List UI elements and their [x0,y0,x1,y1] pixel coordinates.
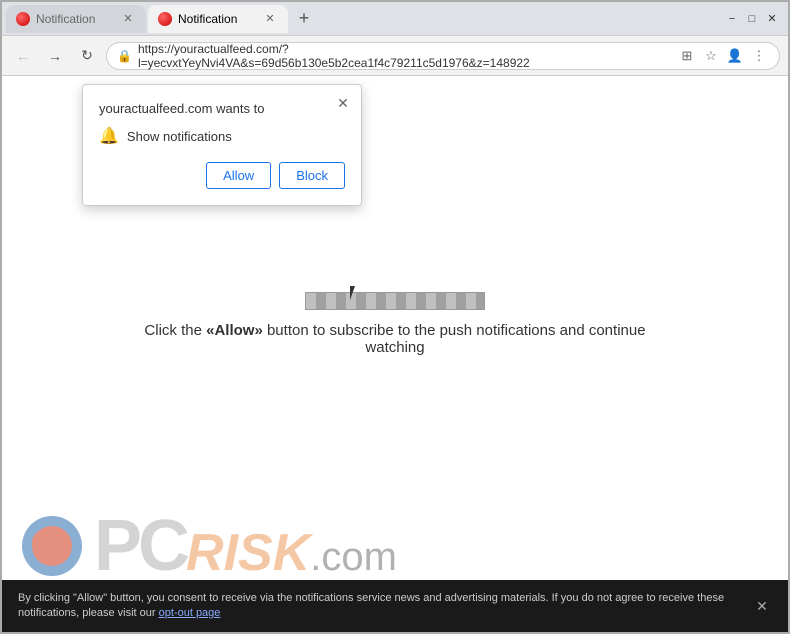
popup-notification-label: Show notifications [127,129,232,144]
consent-text: By clicking "Allow" button, you consent … [18,591,742,622]
watermark-risk: RISK [186,527,310,579]
grid-icon[interactable]: ⊞ [677,46,697,66]
bell-icon: 🔔 [99,126,119,146]
popup-title: youractualfeed.com wants to [99,101,345,116]
browser-window: Notification ✕ Notification ✕ + − □ ✕ ← … [0,0,790,634]
tab-close-2[interactable]: ✕ [262,11,278,27]
consent-close-button[interactable]: ✕ [752,596,772,616]
watermark-pc: PC [94,510,186,582]
content-area: ✕ youractualfeed.com wants to 🔔 Show not… [2,76,788,632]
consent-bar: By clicking "Allow" button, you consent … [2,580,788,632]
address-right-icons: ⊞ ☆ 👤 ⋮ [677,46,769,66]
progress-bar [305,292,485,310]
maximize-button[interactable]: □ [744,11,760,27]
popup-close-button[interactable]: ✕ [333,93,353,113]
window-controls: − □ ✕ [724,11,784,27]
menu-icon[interactable]: ⋮ [749,46,769,66]
tab-2[interactable]: Notification ✕ [148,5,288,33]
address-bar-input[interactable]: 🔒 https://youractualfeed.com/?l=yecvxtYe… [106,42,780,70]
address-text: https://youractualfeed.com/?l=yecvxtYeyN… [138,42,671,70]
tab-favicon-1 [16,12,30,26]
back-button[interactable]: ← [10,43,36,69]
allow-button[interactable]: Allow [206,162,271,189]
tab-title-1: Notification [36,12,114,26]
tab-close-1[interactable]: ✕ [120,11,136,27]
refresh-button[interactable]: ↻ [74,43,100,69]
account-icon[interactable]: 👤 [725,46,745,66]
watermark: PC RISK .com [22,510,397,582]
star-icon[interactable]: ☆ [701,46,721,66]
block-button[interactable]: Block [279,162,345,189]
page-instruction: Click the «Allow» button to subscribe to… [125,322,665,356]
forward-button[interactable]: → [42,43,68,69]
new-tab-button[interactable]: + [290,5,318,33]
watermark-logo [22,516,82,576]
tab-favicon-2 [158,12,172,26]
tab-title-2: Notification [178,12,256,26]
notification-popup: ✕ youractualfeed.com wants to 🔔 Show not… [82,84,362,206]
title-bar: Notification ✕ Notification ✕ + − □ ✕ [2,2,788,36]
address-bar: ← → ↻ 🔒 https://youractualfeed.com/?l=ye… [2,36,788,76]
watermark-com: .com [310,537,397,577]
allow-highlight: «Allow» [206,322,263,339]
popup-buttons: Allow Block [99,162,345,189]
minimize-button[interactable]: − [724,11,740,27]
popup-notification-row: 🔔 Show notifications [99,126,345,146]
lock-icon: 🔒 [117,49,132,63]
tab-1[interactable]: Notification ✕ [6,5,146,33]
close-button[interactable]: ✕ [764,11,780,27]
opt-out-link[interactable]: opt-out page [159,607,221,619]
